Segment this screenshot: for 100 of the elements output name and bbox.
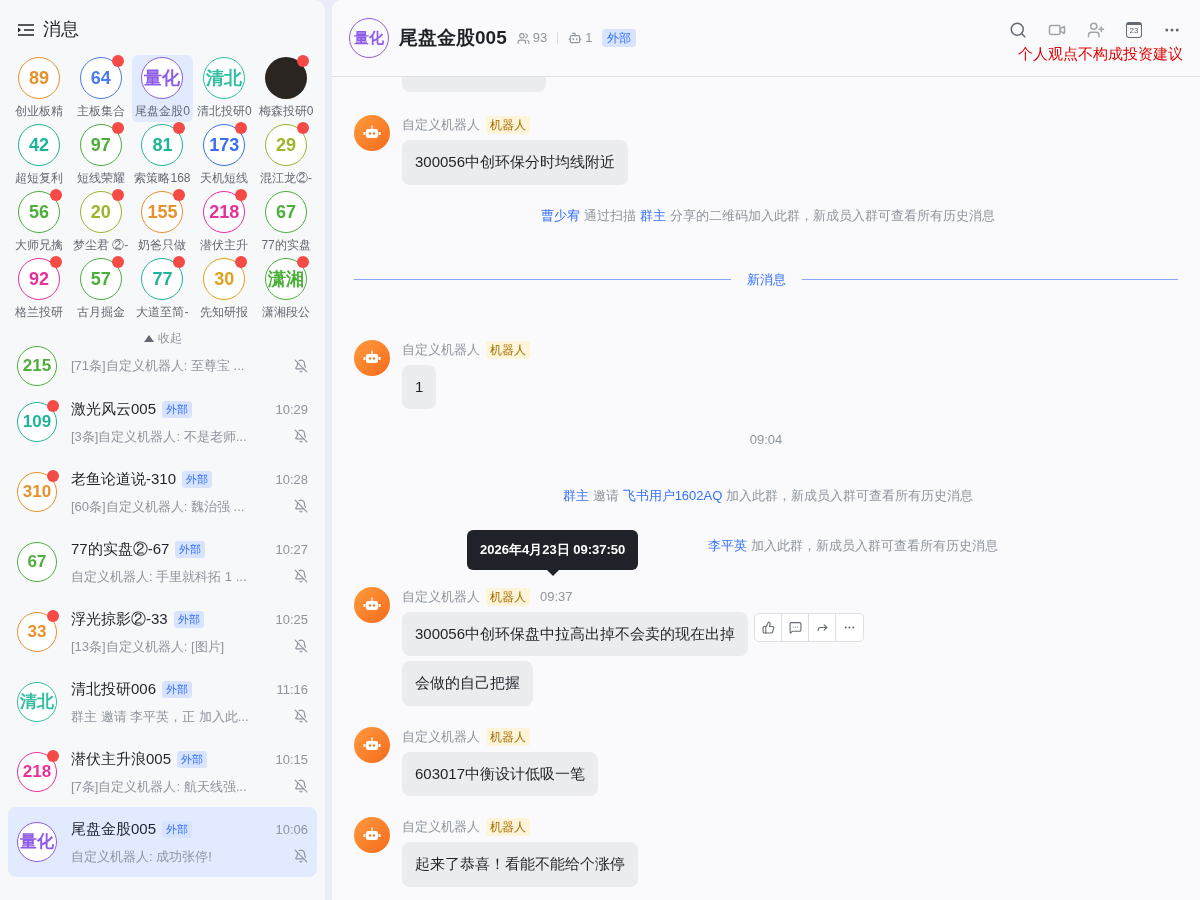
bot-tag: 机器人 xyxy=(486,587,530,606)
external-tag: 外部 xyxy=(182,471,213,488)
chat-time: 11:16 xyxy=(276,680,308,699)
muted-bell-icon xyxy=(294,779,308,794)
pinned-chat[interactable]: 173 天机短线 xyxy=(193,122,256,189)
robot-avatar xyxy=(354,115,390,151)
message-bubble: 起来了恭喜！看能不能给个涨停 xyxy=(402,842,638,887)
group-avatar: 56 xyxy=(17,191,60,233)
group-avatar: 215 xyxy=(17,346,57,386)
group-avatar: 67 xyxy=(17,542,57,582)
chat-preview: [71条]自定义机器人: 至尊宝 ... xyxy=(71,357,246,376)
menu-icon[interactable] xyxy=(17,22,35,37)
pinned-chat[interactable]: 30 先知研报 xyxy=(193,256,256,323)
pinned-chat[interactable]: 梅森投研0 xyxy=(255,55,317,122)
chat-list-item[interactable]: 67 77的实盘②-67 外部 10:27 自定义机器人: 手里就科拓 1 ... xyxy=(8,527,317,597)
external-tag: 外部 xyxy=(162,821,193,838)
collapse-button[interactable]: 收起 xyxy=(143,329,182,347)
system-message: 曹少宥 通过扫描 群主 分享的二维码加入此群，新成员入群可查看所有历史消息 xyxy=(540,206,996,225)
pinned-chat[interactable]: 64 主板集合 xyxy=(69,55,132,122)
message-bubble: 603017中衡设计低吸一笔 xyxy=(402,751,599,796)
chat-time: 10:06 xyxy=(275,820,308,839)
group-avatar: 42 xyxy=(17,124,60,166)
pinned-chat[interactable]: 潇湘 潇湘段公 xyxy=(255,256,317,323)
group-avatar: 清北 xyxy=(17,682,57,722)
chat-name: 浮光掠影②-33 xyxy=(71,609,168,629)
user-link[interactable]: 群主 xyxy=(562,487,589,503)
external-tag: 外部 xyxy=(175,541,206,558)
robot-avatar xyxy=(354,817,390,853)
pinned-chat[interactable]: 97 短线荣耀 xyxy=(69,122,132,189)
group-avatar: 81 xyxy=(141,124,184,166)
group-avatar: 33 xyxy=(17,612,57,652)
chat-list-item[interactable]: 33 浮光掠影②-33 外部 10:25 [13条]自定义机器人: [图片] xyxy=(8,597,317,667)
user-link[interactable]: 曹少宥 xyxy=(541,207,580,223)
disclaimer-text: 个人观点不构成投资建议 xyxy=(1018,43,1183,64)
pinned-chat[interactable]: 67 77的实盘 xyxy=(255,189,317,256)
timestamp-tooltip: 2026年4月23日 09:37:50 xyxy=(467,530,639,576)
add-member-icon[interactable] xyxy=(1087,20,1105,39)
chat-list-item[interactable]: 量化 尾盘金股005 外部 10:06 自定义机器人: 成功张停! xyxy=(8,807,317,877)
pinned-chat[interactable]: 量化 尾盘金股0 xyxy=(131,55,194,122)
robot-avatar xyxy=(354,339,390,376)
chat-preview: [7条]自定义机器人: 航天线强... xyxy=(71,777,248,796)
chat-time: 10:29 xyxy=(275,400,308,419)
pinned-chat[interactable]: 20 梦尘君 ②- xyxy=(69,189,132,256)
calendar-icon[interactable]: 23 xyxy=(1126,21,1142,38)
group-avatar: 218 xyxy=(17,752,57,792)
chat-name: 激光风云005 xyxy=(71,399,157,419)
chat-time: 10:15 xyxy=(275,750,308,769)
muted-bell-icon xyxy=(294,499,308,514)
pinned-chat[interactable]: 29 混江龙②- xyxy=(255,122,317,189)
pinned-chat[interactable]: 56 大师兄擒 xyxy=(8,189,70,256)
pinned-chat[interactable]: 218 潜伏主升 xyxy=(193,189,256,256)
user-link[interactable]: 飞书用户1602AQ xyxy=(622,487,723,503)
group-avatar: 20 xyxy=(79,191,122,233)
search-icon[interactable] xyxy=(1009,20,1027,39)
muted-bell-icon xyxy=(294,709,308,724)
member-count[interactable]: 93 xyxy=(532,28,548,48)
group-avatar: 量化 xyxy=(141,57,184,99)
chat-list-item[interactable]: 218 潜伏主升浪005 外部 10:15 [7条]自定义机器人: 航天线强... xyxy=(8,737,317,807)
pinned-chat[interactable]: 89 创业板精 xyxy=(8,55,70,122)
group-avatar: 潇湘 xyxy=(265,258,308,300)
group-avatar: 量化 xyxy=(17,822,57,862)
external-tag: 外部 xyxy=(162,401,193,418)
bot-count[interactable]: 1 xyxy=(585,28,593,48)
group-avatar: 77 xyxy=(141,258,184,300)
muted-bell-icon xyxy=(294,429,308,444)
pinned-chat[interactable]: 81 索策略168 xyxy=(131,122,194,189)
pinned-chat[interactable]: 42 超短复利 xyxy=(8,122,70,189)
user-link[interactable]: 群主 xyxy=(640,207,666,223)
chat-list-item[interactable]: 109 激光风云005 外部 10:29 [3条]自定义机器人: 不是老师... xyxy=(8,387,317,457)
group-avatar: 310 xyxy=(17,472,57,512)
chat-name: 老鱼论道说-310 xyxy=(71,469,177,489)
chat-time: 10:27 xyxy=(275,540,308,559)
chat-list-item[interactable]: 清北 清北投研006 外部 11:16 群主 邀请 李平英，正 加入此... xyxy=(8,667,317,737)
chat-preview: [60条]自定义机器人: 魏治强 ... xyxy=(71,497,246,516)
chat-list-item[interactable]: 310 老鱼论道说-310 外部 10:28 [60条]自定义机器人: 魏治强 ... xyxy=(8,457,317,527)
chat-list-item[interactable]: 215 [71条]自定义机器人: 至尊宝 ... xyxy=(8,345,317,387)
pinned-chat[interactable]: 155 奶爸只做 xyxy=(131,189,194,256)
pinned-chat[interactable]: 清北 清北投研0 xyxy=(193,55,256,122)
muted-bell-icon xyxy=(294,359,308,373)
members-icon xyxy=(516,31,530,45)
chat-preview: [13条]自定义机器人: [图片] xyxy=(71,637,226,656)
bot-tag: 机器人 xyxy=(486,116,530,134)
user-link[interactable]: 李平英 xyxy=(708,538,747,553)
pinned-chat[interactable]: 57 古月掘金 xyxy=(69,256,132,323)
chat-name: 清北投研006 xyxy=(71,679,157,699)
group-avatar: 89 xyxy=(17,57,60,99)
system-message: 群主 邀请 飞书用户1602AQ 加入此群，新成员入群可查看所有历史消息 xyxy=(561,486,975,505)
photo-placeholder xyxy=(265,57,308,99)
message-bubble: 300056中创环保盘中拉高出掉不会卖的现在出掉 xyxy=(402,611,749,656)
muted-bell-icon xyxy=(294,849,308,864)
chat-preview: 自定义机器人: 成功张停! xyxy=(71,847,213,866)
chat-preview: [3条]自定义机器人: 不是老师... xyxy=(71,427,248,446)
pinned-chat[interactable]: 77 大道至简- xyxy=(131,256,194,323)
pinned-chat[interactable]: 92 格兰投研 xyxy=(8,256,70,323)
sender-name: 自定义机器人 xyxy=(402,727,480,746)
message-bubble: 300056中创环保分时均线附近 xyxy=(402,140,629,185)
comment-icon xyxy=(788,620,802,634)
group-avatar: 64 xyxy=(79,57,122,99)
muted-bell-icon xyxy=(294,569,308,584)
bot-tag: 机器人 xyxy=(486,340,530,359)
